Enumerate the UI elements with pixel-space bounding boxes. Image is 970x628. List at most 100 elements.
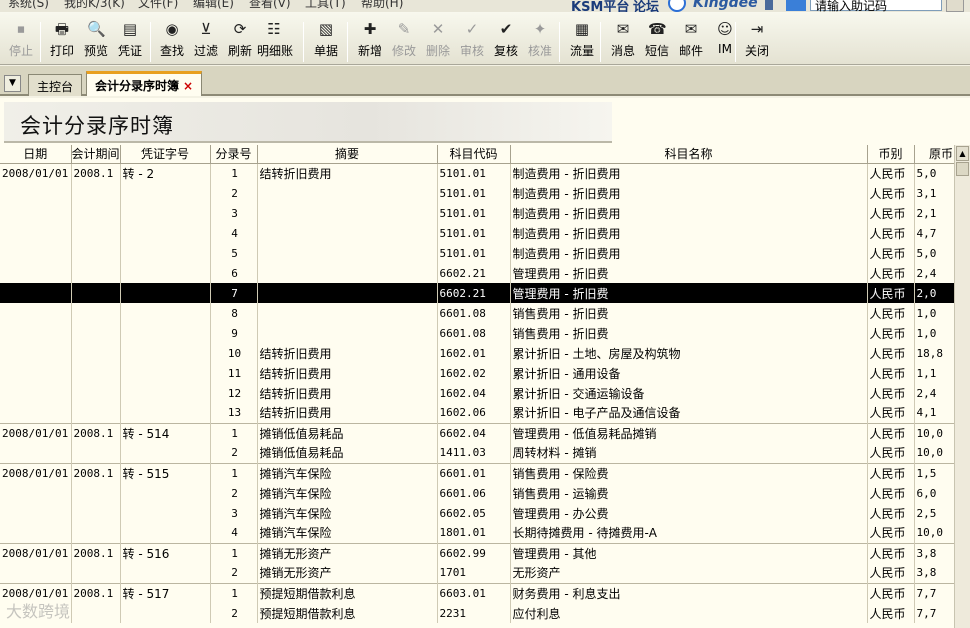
table-row[interactable]: 9 6601.08 销售费用 - 折旧费 人民币 1,0 [0,323,954,343]
table-row[interactable]: 4 摊销汽车保险 1801.01 长期待摊费用 - 待摊费用-A 人民币 10,0 [0,523,954,543]
toolbar-ledger-button[interactable]: ☷ 明细账 [257,18,293,64]
cell-date [0,263,72,283]
toolbar-filter-button[interactable]: ⊻ 过滤 [189,18,223,64]
journal-grid[interactable]: 日期 会计期间 凭证字号 分录号 摘要 科目代码 科目名称 币别 原币 2008/01/01 20… [0,145,954,628]
phone-icon[interactable] [765,0,773,10]
menu-tools[interactable]: 工具(T) [305,0,346,11]
column-header[interactable]: 摘要 [257,145,438,164]
column-header[interactable]: 会计期间 [71,145,121,164]
toolbar-voucher-button[interactable]: ▤ 凭证 [113,18,147,64]
toolbar-im-button[interactable]: ☺ IM [708,18,742,64]
column-header[interactable]: 凭证字号 [120,145,211,164]
vertical-scrollbar[interactable]: ▲ [954,145,970,628]
cell-date: 2008/01/01 [0,162,72,183]
toolbar-label: 凭证 [117,44,142,58]
cell-summary: 预提短期借款利息 [257,603,438,623]
tab-journal-label: 会计分录序时簿 [95,79,180,93]
cell-summary: 摊销无形资产 [257,542,438,563]
toolbar-separator [40,22,41,62]
cell-entry: 6 [210,263,258,283]
cell-voucher [120,283,211,303]
cell-period: 2008.1 [71,542,121,563]
table-row[interactable]: 2008/01/01 2008.1 转 - 2 1 结转折旧费用 5101.01 制造费用 … [0,162,954,183]
toolbar-mail-button[interactable]: ✉ 邮件 [674,18,708,64]
column-header[interactable]: 日期 [0,145,72,164]
cell-period [71,363,121,383]
cell-summary [257,263,438,283]
table-row[interactable]: 13 结转折旧费用 1602.06 累计折旧 - 电子产品及通信设备 人民币 4,1 [0,403,954,423]
menu-edit[interactable]: 编辑(E) [193,0,234,11]
cell-entry: 4 [210,523,258,543]
close-tab-icon[interactable]: × [183,79,193,93]
table-row[interactable]: 2 摊销无形资产 1701 无形资产 人民币 3,8 [0,563,954,583]
cell-date [0,383,72,403]
smiley-icon[interactable] [668,0,686,12]
network-icon[interactable] [786,0,806,11]
toolbar-printer-button[interactable]: 🖶 打印 [45,18,79,64]
cell-code: 6602.21 [437,263,511,283]
table-row[interactable]: 2 摊销低值易耗品 1411.03 周转材料 - 摊销 人民币 10,0 [0,443,954,463]
toolbar-flow-button[interactable]: ▦ 流量 [565,18,599,64]
cell-entry: 1 [210,542,258,563]
table-row[interactable]: 2 摊销汽车保险 6601.06 销售费用 - 运输费 人民币 6,0 [0,483,954,503]
table-row[interactable]: 2008/01/01 2008.1 转 - 516 1 摊销无形资产 6602.99 管理费… [0,542,954,563]
toolbar-document-button[interactable]: ▧ 单据 [309,18,343,64]
title-banner: 会计分录序时簿 [4,102,612,143]
toolbar-close-door-button[interactable]: ⇥ 关闭 [740,18,774,64]
toolbar-label: 审核 [459,44,484,58]
cell-period [71,283,121,303]
column-header[interactable]: 科目代码 [437,145,511,164]
cell-summary [257,223,438,243]
scroll-thumb[interactable] [956,162,969,176]
cell-amount: 5,0 [914,243,954,263]
cell-summary: 结转折旧费用 [257,343,438,363]
toolbar-refresh-button[interactable]: ⟳ 刷新 [223,18,257,64]
toolbar-review-button[interactable]: ✔ 复核 [489,18,523,64]
table-row[interactable]: 3 5101.01 制造费用 - 折旧费用 人民币 2,1 [0,203,954,223]
column-header[interactable]: 分录号 [210,145,258,164]
toolbar-binoculars-button[interactable]: ◉ 查找 [155,18,189,64]
help-dropdown-button[interactable] [946,0,964,12]
cell-currency: 人民币 [867,443,915,463]
toolbar-preview-button[interactable]: 🔍 预览 [79,18,113,64]
column-header[interactable]: 原币 [914,145,954,164]
menu-file[interactable]: 文件(F) [138,0,178,11]
table-row[interactable]: 2008/01/01 2008.1 转 - 517 1 预提短期借款利息 6603.01 财… [0,582,954,603]
menu-help[interactable]: 帮助(H) [361,0,403,11]
table-row[interactable]: 6 6602.21 管理费用 - 折旧费 人民币 2,4 [0,263,954,283]
table-row[interactable]: 5 5101.01 制造费用 - 折旧费用 人民币 5,0 [0,243,954,263]
forum-link[interactable]: 论坛 [633,0,659,12]
tab-main-console[interactable]: 主控台 [28,74,83,96]
cell-period: 2008.1 [71,462,121,483]
table-row[interactable]: 2 5101.01 制造费用 - 折旧费用 人民币 3,1 [0,183,954,203]
help-code-input[interactable]: 请输入助记码 [810,0,942,12]
tab-list-dropdown[interactable]: ▼ [4,75,21,92]
table-row[interactable]: 3 摊销汽车保险 6602.05 管理费用 - 办公费 人民币 2,5 [0,503,954,523]
cell-entry: 1 [210,462,258,483]
toolbar-sms-button[interactable]: ☎ 短信 [640,18,674,64]
menu-view[interactable]: 查看(V) [249,0,291,11]
cell-currency: 人民币 [867,462,915,483]
tab-journal[interactable]: 会计分录序时簿 × [86,71,203,96]
cell-account: 管理费用 - 折旧费 [510,263,868,283]
table-row[interactable]: 2008/01/01 2008.1 转 - 514 1 摊销低值易耗品 6602.04 管理… [0,422,954,443]
toolbar-edit-button: ✎ 修改 [387,18,421,64]
menu-system[interactable]: 系统(S) [8,0,49,11]
table-row[interactable]: 10 结转折旧费用 1602.01 累计折旧 - 土地、房屋及构筑物 人民币 18,8 [0,343,954,363]
document-icon: ▧ [318,20,334,38]
toolbar-new-button[interactable]: ✚ 新增 [353,18,387,64]
table-row[interactable]: 8 6601.08 销售费用 - 折旧费 人民币 1,0 [0,303,954,323]
cell-summary [257,243,438,263]
scroll-up-button[interactable]: ▲ [956,146,969,161]
table-row[interactable]: 12 结转折旧费用 1602.04 累计折旧 - 交通运输设备 人民币 2,4 [0,383,954,403]
column-header[interactable]: 币别 [867,145,915,164]
menu-mykd[interactable]: 我的K/3(K) [64,0,125,11]
table-row[interactable]: 11 结转折旧费用 1602.02 累计折旧 - 通用设备 人民币 1,1 [0,363,954,383]
toolbar-message-button[interactable]: ✉ 消息 [606,18,640,64]
table-row[interactable]: 7 6602.21 管理费用 - 折旧费 人民币 2,0 [0,283,954,303]
table-row[interactable]: 2008/01/01 2008.1 转 - 515 1 摊销汽车保险 6601.01 销售费… [0,462,954,483]
ksm-platform-link[interactable]: KSM平台 [571,0,629,12]
table-row[interactable]: 4 5101.01 制造费用 - 折旧费用 人民币 4,7 [0,223,954,243]
column-header[interactable]: 科目名称 [510,145,868,164]
table-row[interactable]: 2 预提短期借款利息 2231 应付利息 人民币 7,7 [0,603,954,623]
